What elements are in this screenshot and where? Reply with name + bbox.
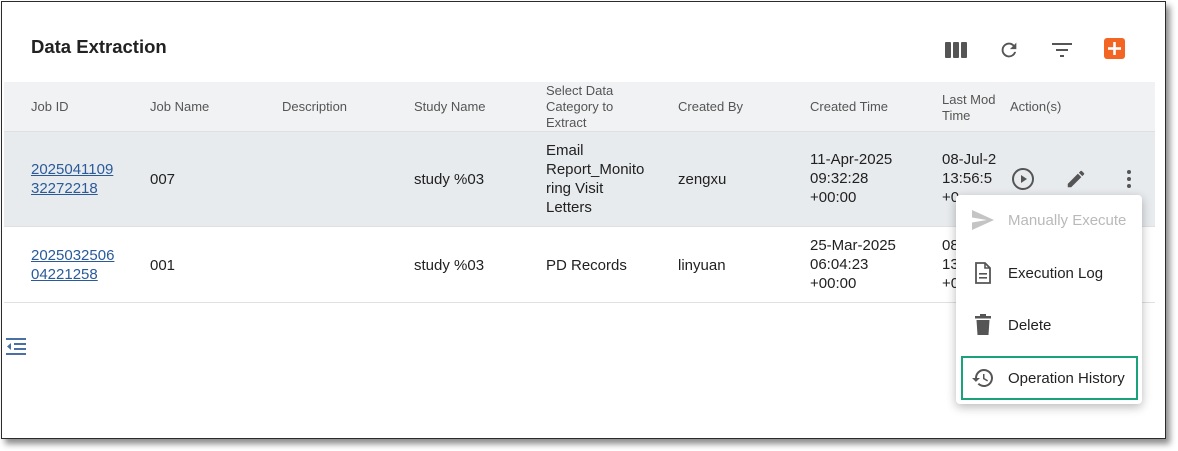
- menu-item-label: Operation History: [1008, 369, 1125, 387]
- header-last-modified[interactable]: Last Mod Time: [942, 92, 1000, 124]
- indent-decrease-icon: [6, 338, 26, 355]
- job-id-link[interactable]: 2025041109 32272218: [31, 160, 113, 198]
- header-study-name[interactable]: Study Name: [414, 99, 486, 115]
- window-frame: Data Extraction Job ID Job Name Descript…: [1, 1, 1166, 439]
- send-icon: [970, 207, 996, 233]
- row-actions-menu: Manually Execute Execution Log Delete Op…: [956, 195, 1142, 404]
- job-id-link[interactable]: 2025032506 04221258: [31, 246, 114, 284]
- header-category-line: Extract: [546, 115, 587, 130]
- filter-icon: [1052, 43, 1072, 57]
- header-created-by[interactable]: Created By: [678, 99, 743, 115]
- header-job-name[interactable]: Job Name: [150, 99, 209, 115]
- header-last-modified-line: Time: [942, 108, 971, 123]
- header-created-time[interactable]: Created Time: [810, 99, 888, 115]
- job-id-line[interactable]: 2025032506: [31, 246, 114, 265]
- created-time-line: 25-Mar-2025: [810, 237, 896, 254]
- menu-item-delete[interactable]: Delete: [956, 303, 1142, 347]
- columns-button[interactable]: [943, 37, 969, 63]
- more-vertical-icon: [1127, 170, 1131, 188]
- last-modified-line: 08-Jul-2: [942, 151, 997, 168]
- created-by-cell: zengxu: [678, 171, 727, 188]
- refresh-button[interactable]: [996, 37, 1022, 63]
- created-by-cell: linyuan: [678, 257, 726, 274]
- created-time-line: 06:04:23: [810, 256, 869, 273]
- columns-icon: [945, 42, 967, 58]
- category-cell: PD Records: [546, 257, 627, 274]
- job-id-line[interactable]: 2025041109: [31, 160, 113, 179]
- created-time-line: 11-Apr-2025: [810, 151, 893, 168]
- pencil-icon: [1067, 170, 1085, 188]
- job-name-cell: 007: [150, 171, 176, 188]
- created-time-cell: 11-Apr-2025 09:32:28 +00:00: [810, 150, 892, 207]
- header-description[interactable]: Description: [282, 99, 347, 115]
- category-line: Report_Monito: [546, 161, 645, 178]
- header-category-line: Select Data: [546, 83, 614, 98]
- study-name-cell: study %03: [414, 257, 485, 274]
- category-line: Email: [546, 142, 584, 159]
- category-line: Letters: [546, 199, 592, 216]
- header-category-line: Category to: [546, 99, 614, 114]
- add-button[interactable]: [1104, 38, 1125, 59]
- created-time-cell: 25-Mar-2025 06:04:23 +00:00: [810, 236, 896, 293]
- document-icon: [970, 260, 996, 286]
- created-time-line: 09:32:28: [810, 170, 869, 187]
- last-modified-line: 13:56:5: [942, 170, 993, 187]
- created-time-line: +00:00: [810, 189, 857, 206]
- menu-item-label: Execution Log: [1008, 264, 1104, 282]
- run-button[interactable]: [1010, 166, 1036, 192]
- add-icon: [1108, 42, 1121, 55]
- page-title: Data Extraction: [31, 36, 167, 57]
- header-actions: Action(s): [1010, 99, 1062, 114]
- job-id-line[interactable]: 04221258: [31, 265, 114, 284]
- job-id-line[interactable]: 32272218: [31, 179, 113, 198]
- job-name-cell: 001: [150, 257, 176, 274]
- refresh-icon: [1001, 42, 1017, 58]
- history-icon: [970, 365, 996, 391]
- menu-item-operation-history[interactable]: Operation History: [961, 356, 1138, 400]
- category-cell: Email Report_Monito ring Visit Letters: [546, 141, 644, 217]
- play-circle-icon: [1012, 168, 1034, 190]
- header-job-id[interactable]: Job ID: [31, 99, 69, 115]
- edit-button[interactable]: [1063, 166, 1089, 192]
- study-name-cell: study %03: [414, 171, 485, 188]
- filter-button[interactable]: [1049, 37, 1075, 63]
- table-header: Job ID Job Name Description Study Name S…: [4, 82, 1155, 132]
- more-button[interactable]: [1116, 166, 1142, 192]
- trash-icon: [970, 312, 996, 338]
- menu-item-execution-log[interactable]: Execution Log: [956, 251, 1142, 295]
- menu-item-manually-execute[interactable]: Manually Execute: [956, 198, 1142, 242]
- menu-item-label: Manually Execute: [1008, 211, 1127, 229]
- header-last-modified-line: Last Mod: [942, 92, 996, 107]
- collapse-panel-button[interactable]: [6, 337, 26, 362]
- menu-item-label: Delete: [1008, 316, 1052, 334]
- header-category[interactable]: Select Data Category to Extract: [546, 83, 613, 131]
- category-line: ring Visit: [546, 180, 604, 197]
- created-time-line: +00:00: [810, 275, 857, 292]
